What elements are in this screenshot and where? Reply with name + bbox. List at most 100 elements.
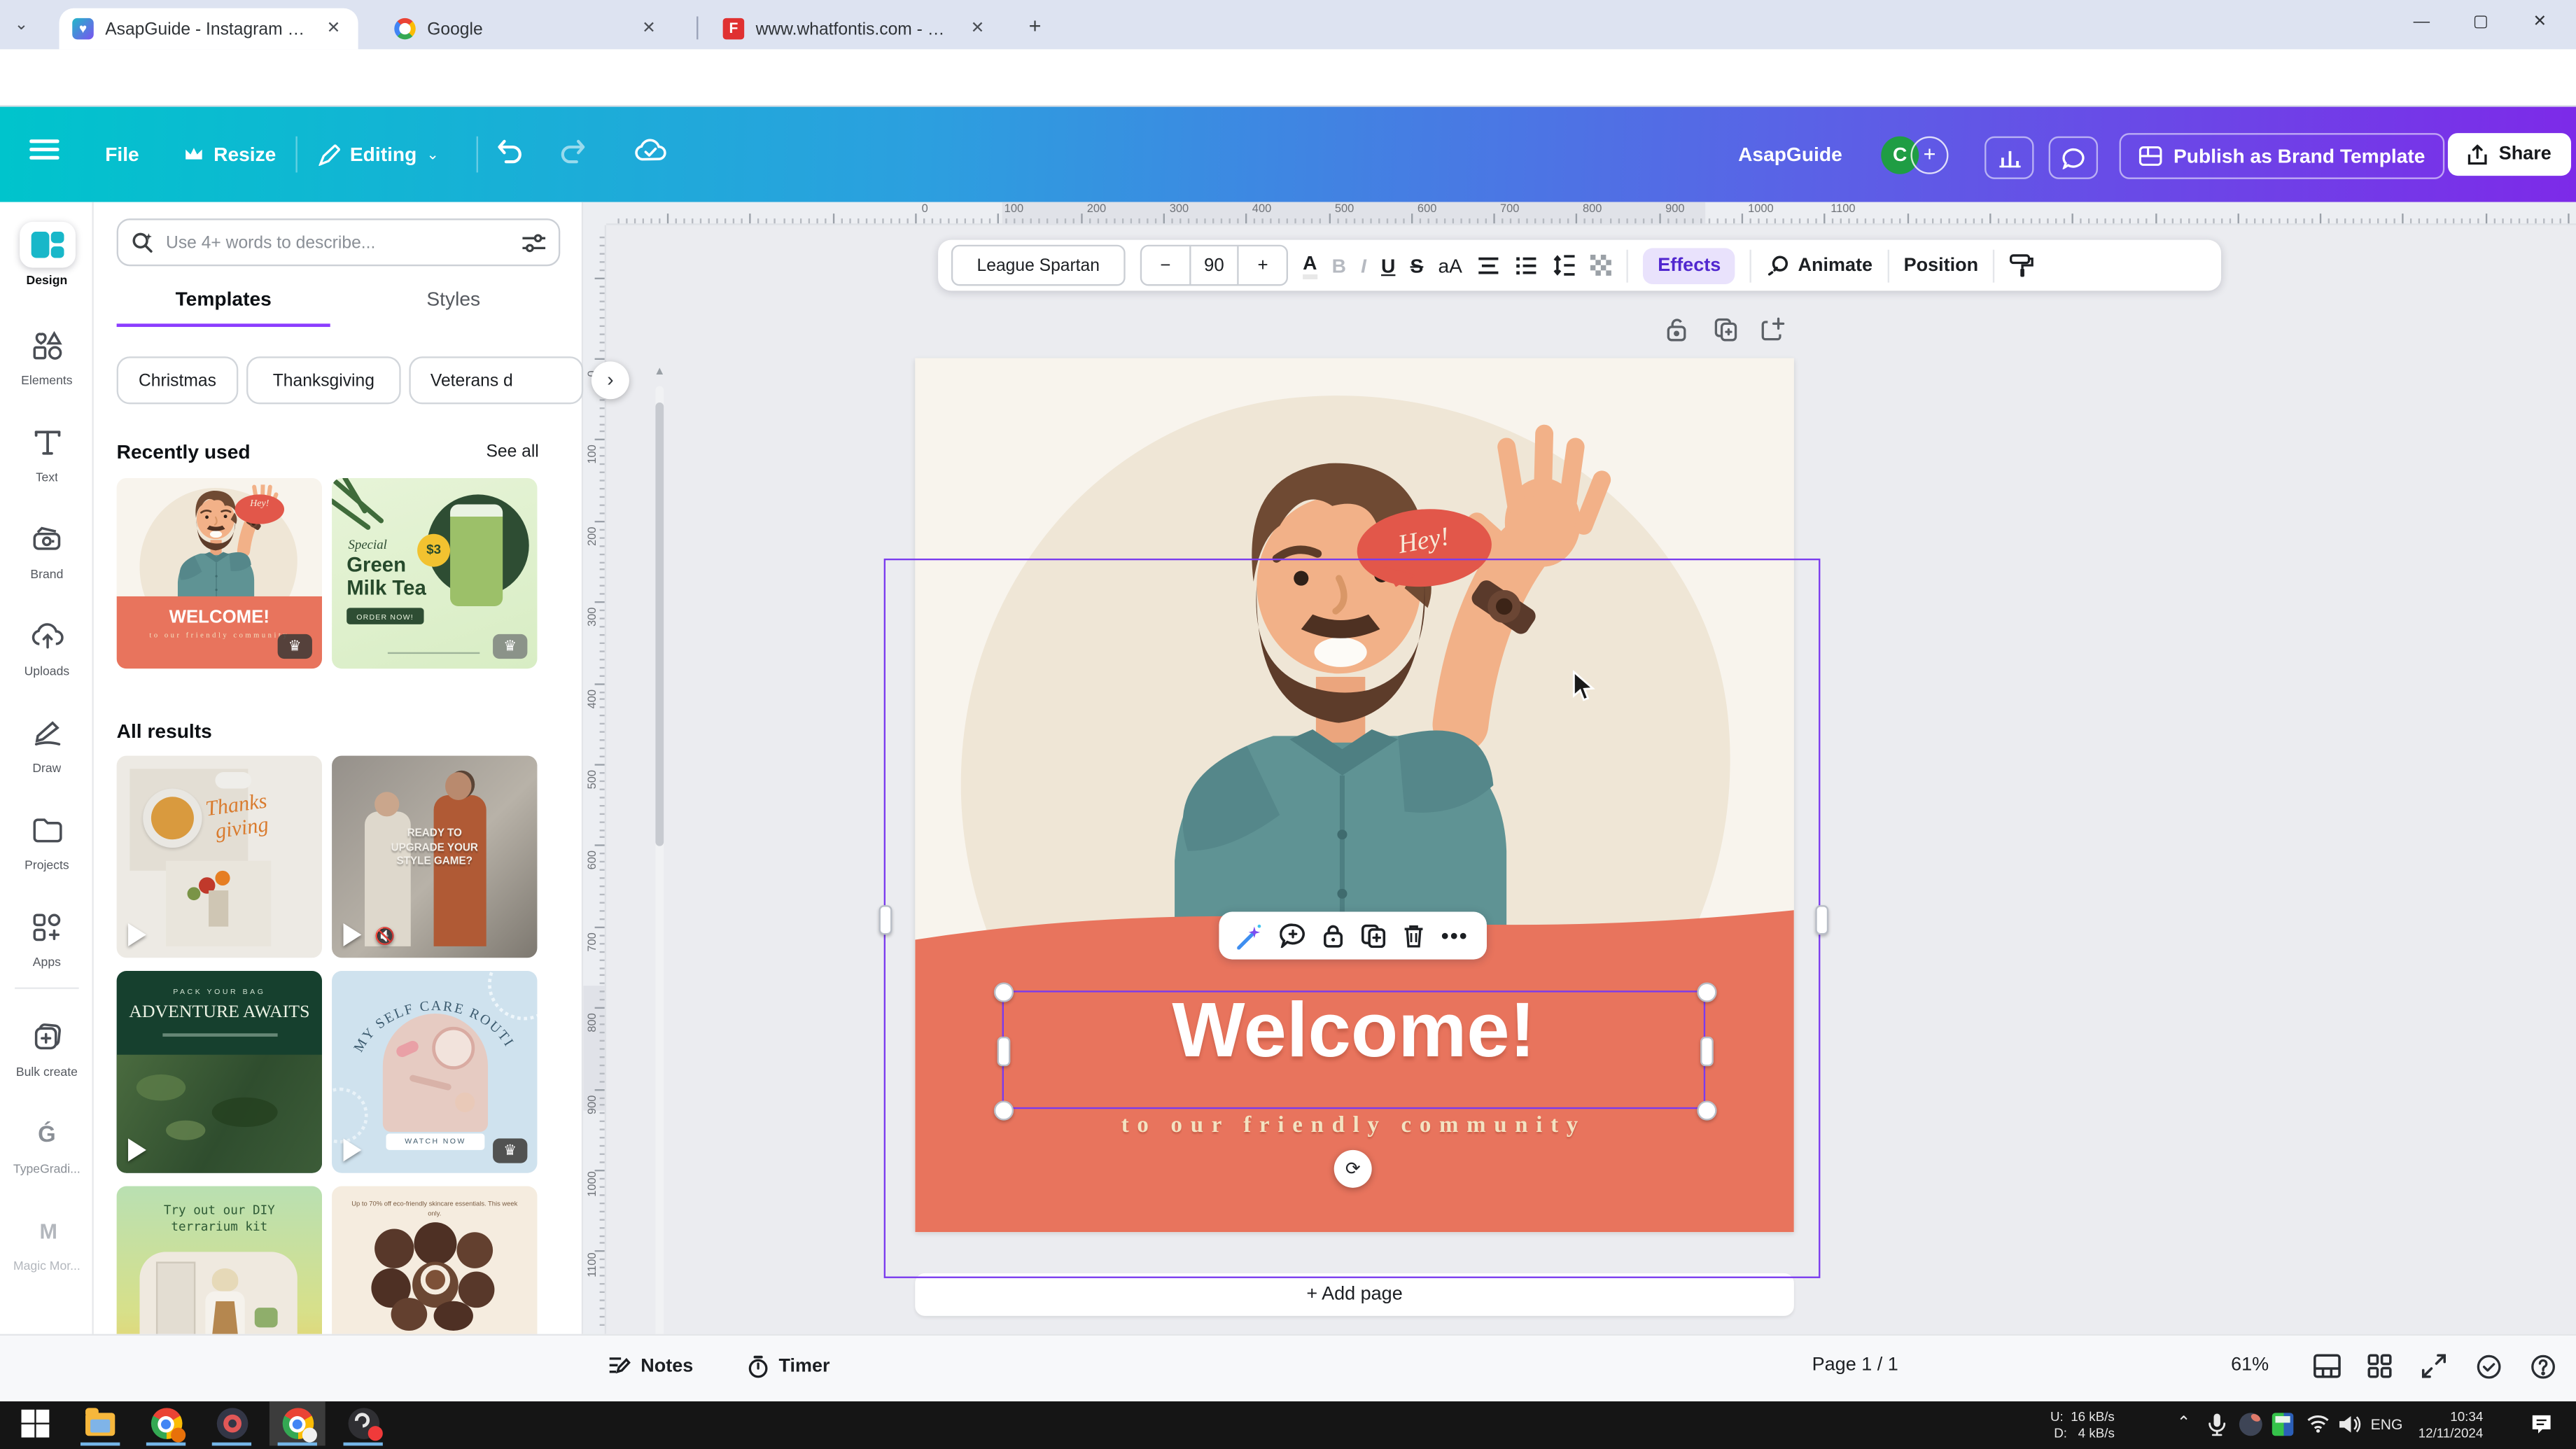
template-thumb-adventure[interactable]: PACK YOUR BAG ADVENTURE AWAITS — [117, 971, 322, 1173]
magic-edit-icon[interactable] — [1237, 923, 1264, 949]
list-button[interactable] — [1515, 255, 1538, 275]
taskbar-chrome-1[interactable] — [138, 1401, 194, 1446]
notification-center-icon[interactable] — [2530, 1413, 2553, 1436]
chip-thanksgiving[interactable]: Thanksgiving — [246, 356, 401, 404]
sidebar-item-design[interactable]: Design — [0, 222, 94, 288]
strikethrough-button[interactable]: S — [1410, 254, 1424, 277]
scroll-up-icon[interactable]: ▲ — [654, 366, 665, 379]
sidebar-item-text[interactable]: Text — [0, 419, 94, 484]
selection-side-handle-left[interactable] — [997, 1037, 1011, 1066]
tray-volume-icon[interactable] — [2339, 1415, 2361, 1434]
text-case-button[interactable]: aA — [1438, 254, 1462, 277]
taskbar-chrome-active[interactable] — [270, 1401, 326, 1446]
effects-button[interactable]: Effects — [1643, 247, 1735, 284]
see-all-link[interactable]: See all — [486, 442, 538, 461]
selection-corner-handle[interactable] — [994, 982, 1014, 1002]
duplicate-icon[interactable] — [1361, 923, 1387, 948]
sidebar-item-apps[interactable]: Apps — [0, 904, 94, 969]
taskbar-recorder-app[interactable] — [204, 1401, 260, 1446]
grid-view-button[interactable] — [2367, 1354, 2392, 1378]
template-search-box[interactable] — [117, 218, 561, 266]
lock-icon[interactable] — [1323, 923, 1345, 948]
tray-monitor-icon[interactable] — [2272, 1413, 2294, 1436]
selection-handle-right[interactable] — [1815, 905, 1828, 934]
rotate-handle[interactable]: ⟳ — [1334, 1150, 1372, 1188]
chip-christmas[interactable]: Christmas — [117, 356, 239, 404]
tray-app-icon[interactable] — [2239, 1413, 2262, 1436]
template-thumb-thanksgiving[interactable]: Thanks giving — [117, 756, 322, 958]
page-lock-icon[interactable] — [1666, 317, 1688, 342]
copy-style-roller-icon[interactable] — [2010, 253, 2034, 277]
underline-button[interactable]: U — [1381, 254, 1395, 277]
position-button[interactable]: Position — [1904, 255, 1978, 275]
pages-view-button[interactable] — [2313, 1354, 2341, 1378]
selection-corner-handle[interactable] — [994, 1100, 1014, 1120]
file-menu[interactable]: File — [105, 134, 139, 174]
panel-scrollbar[interactable]: ▲ ▼ — [654, 366, 665, 1418]
editing-mode-menu[interactable]: Editing ⌄ — [318, 134, 439, 174]
text-selection-box[interactable] — [1002, 990, 1705, 1109]
insights-button[interactable] — [1984, 136, 2033, 179]
zoom-level[interactable]: 61% — [2231, 1355, 2269, 1375]
template-thumb-fashion[interactable]: READY TO UPGRADE YOUR STYLE GAME? 🔇 — [332, 756, 537, 958]
text-color-button[interactable]: A — [1303, 252, 1317, 279]
chip-veterans-day[interactable]: Veterans d — [409, 356, 583, 404]
tab-close-icon[interactable]: ✕ — [966, 18, 989, 41]
font-family-select[interactable]: League Spartan — [951, 245, 1126, 286]
language-indicator[interactable]: ENG — [2371, 1418, 2403, 1433]
page-add-icon[interactable] — [1761, 317, 1786, 342]
template-thumb-green-tea[interactable]: $3 Special Green Milk Tea ORDER NOW! ♛ — [332, 478, 537, 668]
fullscreen-button[interactable] — [2421, 1354, 2446, 1378]
sidebar-item-uploads[interactable]: Uploads — [0, 612, 94, 678]
sidebar-item-bulk-create[interactable]: Bulk create — [0, 1014, 94, 1079]
tab-templates[interactable]: Templates — [117, 288, 330, 327]
tab-styles[interactable]: Styles — [346, 288, 560, 324]
tab-close-icon[interactable]: ✕ — [322, 18, 345, 41]
comment-add-icon[interactable] — [1280, 923, 1306, 948]
window-minimize-button[interactable]: — — [2402, 4, 2441, 43]
chips-scroll-right-icon[interactable]: › — [592, 361, 629, 399]
font-size-value[interactable]: 90 — [1189, 246, 1239, 284]
share-button[interactable]: Share — [2448, 133, 2571, 176]
selection-corner-handle[interactable] — [1697, 982, 1716, 1002]
tray-microphone-icon[interactable] — [2208, 1413, 2226, 1436]
tray-expand-icon[interactable]: ⌃ — [2177, 1415, 2191, 1433]
start-button[interactable] — [6, 1401, 62, 1446]
add-page-button[interactable]: + Add page — [915, 1273, 1794, 1316]
sidebar-item-typegradient[interactable]: Ǵ TypeGradi... — [0, 1111, 94, 1177]
undo-button[interactable] — [496, 136, 524, 164]
publish-brand-template-button[interactable]: Publish as Brand Template — [2120, 133, 2445, 179]
help-button[interactable] — [2530, 1354, 2556, 1380]
filter-icon[interactable] — [522, 232, 545, 252]
tab-close-icon[interactable]: ✕ — [638, 18, 661, 41]
notes-button[interactable]: Notes — [608, 1355, 693, 1377]
sidebar-item-elements[interactable]: Elements — [0, 322, 94, 388]
template-thumb-selfcare[interactable]: MY SELF CARE ROUTINE WATCH NOW ♛ — [332, 971, 537, 1173]
new-tab-button[interactable]: + — [1022, 13, 1049, 40]
saved-check-icon[interactable] — [2476, 1354, 2502, 1380]
selection-corner-handle[interactable] — [1697, 1100, 1716, 1120]
community-subheading[interactable]: to our friendly community — [1002, 1114, 1705, 1140]
transparency-button[interactable] — [1590, 255, 1612, 276]
sidebar-item-brand[interactable]: Brand — [0, 516, 94, 582]
browser-tab-canva[interactable]: ♥ AsapGuide - Instagram Post - C ✕ — [59, 8, 358, 50]
taskbar-file-explorer[interactable] — [72, 1401, 128, 1446]
italic-button[interactable]: I — [1361, 254, 1366, 277]
selection-handle-left[interactable] — [879, 905, 892, 934]
comments-button[interactable] — [2049, 136, 2098, 179]
animate-button[interactable]: Animate — [1767, 254, 1872, 277]
scrollbar-thumb[interactable] — [655, 402, 664, 846]
font-size-decrease[interactable]: − — [1142, 246, 1189, 284]
font-size-increase[interactable]: + — [1239, 246, 1286, 284]
tray-wifi-icon[interactable] — [2306, 1415, 2330, 1433]
resize-menu[interactable]: Resize — [184, 134, 276, 174]
sidebar-item-projects[interactable]: Projects — [0, 806, 94, 872]
search-input[interactable] — [162, 231, 522, 254]
sidebar-item-magic-morph[interactable]: M Magic Mor... — [0, 1208, 94, 1273]
delete-trash-icon[interactable] — [1404, 923, 1425, 948]
more-options-icon[interactable]: ••• — [1441, 923, 1469, 948]
window-close-button[interactable]: ✕ — [2520, 4, 2559, 43]
taskbar-obs[interactable] — [335, 1401, 391, 1446]
invite-member-button[interactable]: + — [1910, 136, 1948, 174]
sidebar-item-draw[interactable]: Draw — [0, 710, 94, 776]
